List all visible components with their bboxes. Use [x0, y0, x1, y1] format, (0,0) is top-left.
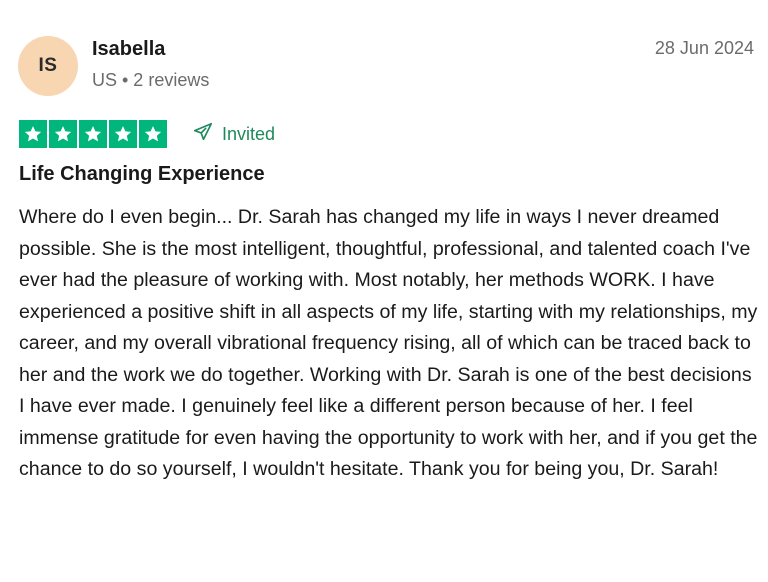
- star-icon: [19, 120, 47, 148]
- review-body: Where do I even begin... Dr. Sarah has c…: [19, 206, 758, 480]
- reviewer-name[interactable]: Isabella: [92, 38, 165, 61]
- star-icon: [79, 120, 107, 148]
- star-icon: [109, 120, 137, 148]
- avatar-initials: IS: [38, 55, 58, 76]
- review-title[interactable]: Life Changing Experience: [19, 163, 265, 186]
- reviewer-meta: US • 2 reviews: [92, 70, 210, 90]
- star-icon: [49, 120, 77, 148]
- star-icon: [139, 120, 167, 148]
- invited-badge[interactable]: Invited: [192, 120, 275, 148]
- invited-label: Invited: [222, 123, 276, 144]
- star-rating: [19, 120, 167, 148]
- review-date: 28 Jun 2024: [654, 38, 754, 58]
- avatar[interactable]: IS: [18, 36, 78, 96]
- send-icon: [192, 121, 214, 148]
